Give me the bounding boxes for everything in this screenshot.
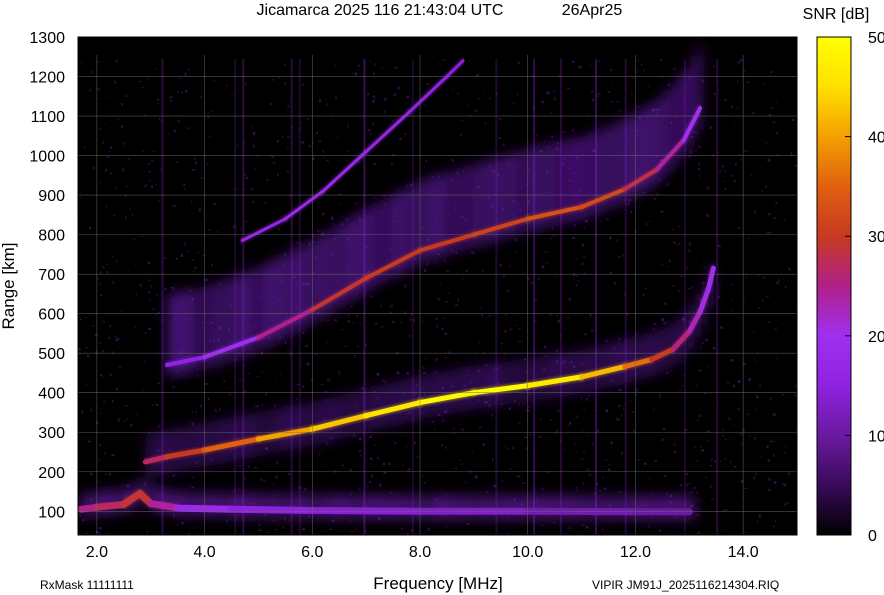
file-label: VIPIR JM91J_2025116214304.RIQ [592, 578, 779, 592]
y-tick-label: 600 [38, 307, 65, 324]
y-tick-label: 900 [38, 188, 65, 205]
colorbar [816, 36, 852, 536]
x-axis-label: Frequency [MHz] [373, 574, 502, 593]
x-tick-label: 14.0 [728, 544, 759, 561]
colorbar-tick-label: 50 [868, 30, 884, 47]
colorbar-tick-label: 40 [868, 130, 884, 147]
y-tick-label: 1300 [29, 30, 65, 47]
y-tick-label: 500 [38, 346, 65, 363]
colorbar-tick-label: 30 [868, 229, 884, 246]
chart-title: Jicamarca 2025 116 21:43:04 UTC [257, 2, 504, 19]
x-tick-label: 6.0 [301, 544, 323, 561]
y-axis-label: Range [km] [0, 243, 18, 330]
y-tick-label: 1200 [29, 70, 65, 87]
y-tick-label: 1100 [31, 109, 66, 126]
y-tick-label: 300 [38, 425, 65, 442]
colorbar-label: SNR [dB] [803, 6, 870, 23]
y-tick-label: 400 [38, 386, 65, 403]
x-tick-label: 8.0 [409, 544, 431, 561]
x-tick-label: 4.0 [193, 544, 215, 561]
colorbar-tick-label: 20 [868, 329, 884, 346]
y-tick-label: 1000 [29, 149, 65, 166]
x-tick-label: 12.0 [620, 544, 651, 561]
y-tick-label: 700 [38, 267, 65, 284]
x-tick-label: 2.0 [86, 544, 108, 561]
trace-segment [228, 505, 316, 514]
colorbar-tick-label: 10 [868, 428, 884, 445]
rx-mask-label: RxMask 11111111 [40, 578, 134, 592]
date-label: 26Apr25 [562, 2, 623, 19]
y-tick-label: 200 [38, 465, 65, 482]
x-tick-label: 10.0 [512, 544, 543, 561]
ionogram-chart: Jicamarca 2025 116 21:43:04 UTC 26Apr25 … [0, 2, 884, 593]
y-axis: 100 200 300 400 500 600 700 800 900 1000 1100 1200 1… [29, 30, 65, 521]
y-tick-label: 100 [38, 504, 65, 521]
colorbar-tick-label: 0 [868, 528, 877, 545]
y-tick-label: 800 [38, 228, 65, 245]
